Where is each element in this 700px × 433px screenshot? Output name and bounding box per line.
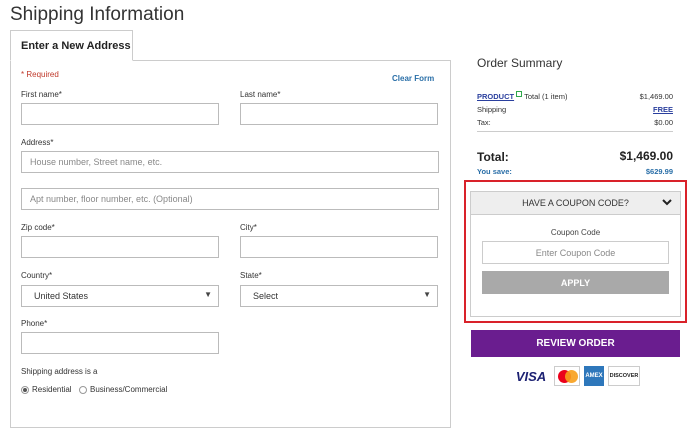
clear-form-link[interactable]: Clear Form (392, 74, 434, 83)
country-selected: United States (34, 291, 89, 301)
radio-residential[interactable]: Residential (21, 385, 72, 394)
apply-button[interactable]: APPLY (482, 271, 669, 294)
caret-down-icon: ▼ (423, 290, 431, 299)
discover-icon: DISCOVER (608, 366, 640, 386)
radio-residential-label: Residential (32, 385, 72, 394)
phone-label: Phone* (21, 319, 48, 328)
first-name-label: First name* (21, 90, 62, 99)
save-value: $629.99 (645, 167, 673, 176)
required-note: * Required (21, 70, 59, 79)
zip-input[interactable] (21, 236, 219, 258)
caret-down-icon: ▼ (204, 290, 212, 299)
total-value: $1,469.00 (619, 149, 673, 163)
radio-checked-icon (21, 385, 29, 394)
address-input[interactable] (21, 151, 439, 173)
zip-label: Zip code* (21, 223, 55, 232)
last-name-label: Last name* (240, 90, 281, 99)
product-qty: Total (1 item) (524, 92, 568, 101)
order-summary-title: Order Summary (477, 56, 563, 70)
coupon-code-input[interactable] (482, 241, 669, 264)
tax-value: $0.00 (654, 118, 673, 127)
shipping-label: Shipping (477, 105, 507, 114)
chevron-down-icon (662, 199, 672, 206)
last-name-input[interactable] (240, 103, 438, 125)
address-type-label: Shipping address is a (21, 367, 98, 376)
coupon-header-label: HAVE A COUPON CODE? (522, 198, 629, 208)
city-label: City* (240, 223, 257, 232)
coupon-toggle[interactable]: HAVE A COUPON CODE? (470, 191, 681, 215)
total-label: Total: (477, 150, 509, 164)
radio-unchecked-icon (79, 385, 87, 394)
product-link[interactable]: PRODUCT (477, 92, 514, 101)
country-label: Country* (21, 271, 53, 280)
visa-icon: VISA (512, 366, 550, 386)
first-name-input[interactable] (21, 103, 219, 125)
country-select[interactable]: United States ▼ (21, 285, 219, 307)
product-price: $1,469.00 (639, 92, 673, 101)
state-selected: Select (253, 291, 279, 301)
summary-tax-row: Tax: $0.00 (477, 118, 673, 127)
city-input[interactable] (240, 236, 438, 258)
summary-product-row: PRODUCT Total (1 item) $1,469.00 (477, 91, 673, 101)
phone-input[interactable] (21, 332, 219, 354)
payment-cards: VISA AMEX DISCOVER (512, 366, 640, 386)
tax-label: Tax: (477, 118, 491, 127)
external-link-icon (516, 91, 523, 97)
coupon-code-label: Coupon Code (550, 228, 601, 237)
state-label: State* (240, 271, 262, 280)
radio-business-label: Business/Commercial (90, 385, 168, 394)
summary-shipping-row: Shipping FREE (477, 105, 673, 114)
address2-input[interactable] (21, 188, 439, 210)
tab-new-address[interactable]: Enter a New Address (10, 30, 133, 61)
amex-icon: AMEX (584, 366, 604, 386)
mastercard-icon (554, 366, 580, 386)
state-select[interactable]: Select ▼ (240, 285, 438, 307)
address-label: Address* (21, 138, 54, 147)
shipping-free-link[interactable]: FREE (653, 105, 673, 114)
radio-business[interactable]: Business/Commercial (79, 385, 167, 394)
summary-divider (477, 131, 673, 132)
save-label: You save: (477, 167, 512, 176)
page-title: Shipping Information (10, 4, 185, 25)
review-order-button[interactable]: REVIEW ORDER (471, 330, 680, 357)
